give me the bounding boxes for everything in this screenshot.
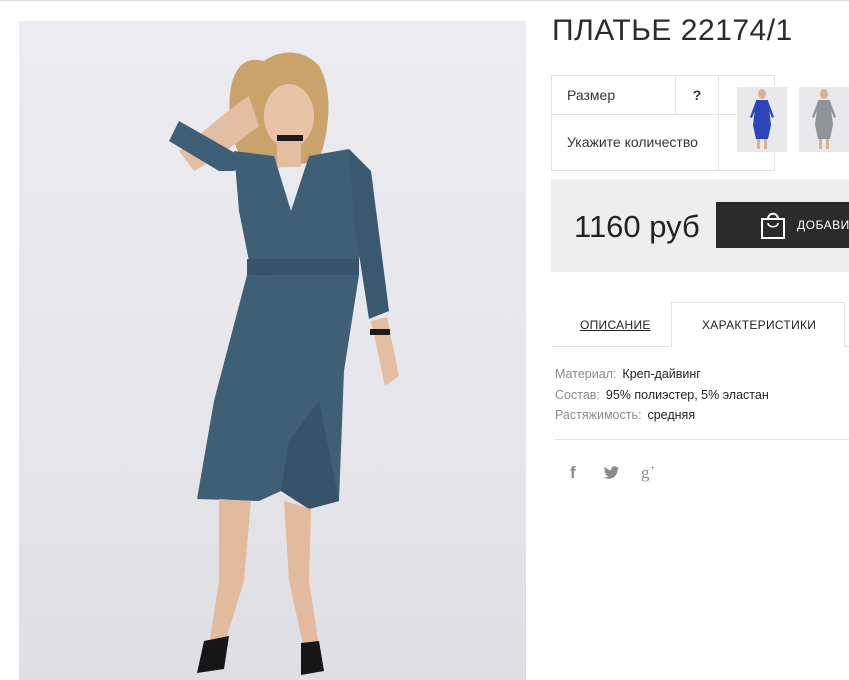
characteristic-value: 95% полиэстер, 5% эластан: [605, 387, 769, 402]
dress-thumbnail-blue-icon: [750, 89, 774, 149]
thumbnail-blue-dress[interactable]: [737, 87, 787, 152]
characteristic-value: Креп-дайвинг: [622, 367, 701, 381]
model-in-dress-image: [169, 52, 399, 675]
characteristic-key: Состав:: [555, 387, 600, 402]
tab-characteristics[interactable]: ХАРАКТЕРИСТИКИ: [671, 302, 845, 347]
tab-description[interactable]: ОПИСАНИЕ: [552, 302, 670, 347]
characteristic-row: Растяжимость: средняя: [555, 405, 769, 426]
facebook-icon[interactable]: f: [570, 463, 576, 483]
add-to-cart-label: ДОБАВИТЬ: [797, 218, 849, 232]
thumbnail-grey-dress[interactable]: [799, 87, 849, 152]
google-plus-label: g: [641, 463, 650, 482]
twitter-bird-icon: [603, 466, 620, 479]
price-panel: 1160 руб ДОБАВИТЬ: [551, 179, 849, 272]
characteristic-row: Состав: 95% полиэстер, 5% эластан: [555, 385, 769, 406]
characteristics-divider: [555, 439, 849, 440]
google-plus-icon[interactable]: g+: [641, 463, 655, 483]
google-plus-sup: +: [649, 463, 656, 475]
product-title: ПЛАТЬЕ 22174/1: [552, 14, 793, 47]
quantity-label: Укажите количество: [551, 114, 719, 171]
characteristics-list: Материал: Креп-дайвинг Состав: 95% полиэст…: [555, 364, 769, 426]
characteristic-key: Растяжимость:: [555, 408, 642, 422]
top-divider: [0, 0, 849, 1]
size-help-icon[interactable]: ?: [675, 75, 719, 115]
characteristic-row: Материал: Креп-дайвинг: [555, 364, 769, 385]
tab-description-label: ОПИСАНИЕ: [580, 318, 651, 332]
size-label: Размер: [551, 75, 676, 115]
product-price: 1160 руб: [574, 209, 700, 244]
twitter-icon[interactable]: [603, 465, 620, 485]
dress-thumbnail-grey-icon: [812, 89, 836, 149]
shopping-bag-icon: [761, 212, 785, 239]
tabs-underline: [845, 346, 849, 347]
product-main-photo[interactable]: [19, 21, 526, 680]
tab-characteristics-label: ХАРАКТЕРИСТИКИ: [702, 318, 817, 332]
add-to-cart-button[interactable]: ДОБАВИТЬ: [716, 202, 849, 248]
characteristic-value: средняя: [647, 408, 696, 422]
characteristic-key: Материал:: [555, 367, 617, 381]
